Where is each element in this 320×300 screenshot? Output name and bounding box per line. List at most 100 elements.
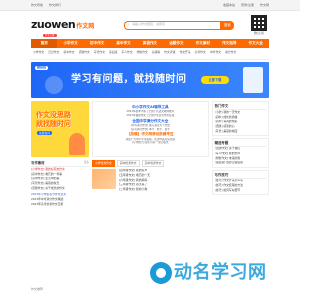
nav-item-junior[interactable]: 初中作文: [84, 41, 110, 45]
left-list: [小学作文] 我的好朋友作文 [初中作文] 难忘的一件事 [高中作文] 生活中的…: [31, 167, 89, 190]
watermark: 动名学习网: [150, 262, 267, 285]
qr-code-block: 微信扫码: [249, 15, 269, 35]
subnav-link[interactable]: 话题作文: [79, 50, 90, 58]
subnav-link[interactable]: 作文开头: [179, 50, 190, 58]
footer-label: 作文推荐: [31, 287, 44, 291]
hot-badge[interactable]: 作文大赛: [43, 34, 57, 37]
feature-text[interactable]: [中考满分作文] 我与春天有个约会: [95, 124, 206, 127]
essay-rows: [四年级作文] 我的家乡 [五年级作文] 难忘的一天 [六年级作文] 我的妈妈 …: [119, 169, 209, 192]
topics-title-text: 精选专题: [214, 140, 229, 145]
tips-block: 写作技巧 [技巧] 作文开头怎么写 [技巧] 作文结尾的方法 [技巧] 如何写好…: [211, 169, 269, 195]
right-column: 热门作文 [小学] 我的一天作文 [初中] 成长的烦恼 [高中] 青春的色彩 […: [211, 101, 269, 207]
logo-text-en: zuowen: [31, 18, 76, 32]
subnav-link[interactable]: 初中作文: [63, 50, 74, 58]
nav-item-material[interactable]: 作文素材: [190, 41, 216, 45]
qr-code-icon: [251, 15, 267, 31]
subnav-link[interactable]: 满分作文: [225, 50, 236, 58]
topics-list: [话题作文] 关于诚信 [写人作文] 我的老师 [想象作文] 未来的我 [读后感…: [215, 147, 266, 166]
list-item[interactable]: [读后感] 西游记读后感: [215, 161, 266, 166]
essay-list: [四年级作文] 我的家乡 [五年级作文] 难忘的一天 [六年级作文] 我的妈妈 …: [92, 168, 209, 192]
feature-text[interactable]: 2023年暑假作文 | 全国学生优秀作文征集: [95, 114, 206, 117]
ask-poster[interactable]: 作文没思路 就找随时问 免费提问: [31, 101, 89, 157]
search-bar: ⌕ 请输入作文题目、关键字 搜索: [124, 20, 235, 30]
tab-junior-essays[interactable]: 初中优秀作文: [116, 160, 140, 167]
main-content: 作文没思路 就找随时问 免费提问 写作素材 更多 [小学作文] 我的好朋友作文 …: [31, 101, 269, 207]
hot-essays-title-text: 热门作文: [214, 104, 229, 108]
feature-text[interactable]: 2023年秋季学期 | 全国千名语文教师推荐: [95, 110, 206, 113]
topbar-link-favorite[interactable]: 收藏本站: [223, 3, 235, 8]
subnav-link[interactable]: 小学作文: [33, 50, 44, 58]
watermark-text: 动名学习网: [174, 262, 267, 283]
tips-title-text: 写作技巧: [214, 172, 229, 177]
subnav-link[interactable]: 读后感: [109, 50, 117, 58]
search-button[interactable]: 搜索: [220, 20, 235, 30]
nav-item-home[interactable]: 首页: [31, 39, 58, 48]
poster-line2: 就找随时问: [36, 120, 71, 128]
subnav-link[interactable]: 中考作文: [210, 50, 221, 58]
nav-item-senior[interactable]: 高中作文: [110, 41, 136, 45]
header: zuowen 作文网 ⌕ 请输入作文题目、关键字 搜索 微信扫码: [31, 11, 269, 39]
topics-block: 精选专题 [话题作文] 关于诚信 [写人作文] 我的老师 [想象作文] 未来的我…: [211, 137, 269, 168]
subnav-link[interactable]: 演讲稿: [152, 50, 160, 58]
subnav-link[interactable]: 高考作文: [195, 50, 206, 58]
essay-tabs: 小学优秀作文 初中优秀作文 高中优秀作文: [92, 160, 209, 167]
feature-heading-3[interactable]: 【投稿】作文网原创投稿专区: [95, 132, 206, 136]
banner-decoration: [45, 76, 63, 94]
nav-item-all[interactable]: 作文大全: [243, 41, 269, 45]
feature-heading-1[interactable]: 中小学作文AI辅导工具: [95, 105, 206, 109]
sub-nav: 小学作文 日记作文 初中作文 话题作文 写景作文 读后感 写人作文 想象作文 演…: [31, 50, 269, 60]
list-item[interactable]: [技巧] 如何写好细节: [215, 188, 266, 193]
poster-ask-button[interactable]: 免费提问: [37, 131, 53, 136]
middle-column: 中小学作文AI辅导工具 2023年秋季学期 | 全国千名语文教师推荐 2023年…: [92, 101, 209, 207]
essay-thumbnail[interactable]: [92, 168, 116, 189]
banner-tag: 题拍拍: [35, 65, 49, 70]
topics-title: 精选专题: [214, 140, 266, 147]
topbar-left: 作文导航 作文排行: [31, 3, 61, 8]
poster-line1: 作文没思路: [36, 111, 71, 119]
left-column: 作文没思路 就找随时问 免费提问 写作素材 更多 [小学作文] 我的好朋友作文 …: [31, 101, 89, 207]
site-logo[interactable]: zuowen 作文网: [31, 18, 94, 32]
feature-text[interactable]: 欢迎广大中小学生投稿，优秀作品可获奖励: [95, 138, 206, 141]
feature-text[interactable]: [高考满分作文] 本手、妙手、俗手: [95, 128, 206, 131]
logo-text-cn: 作文网: [76, 23, 95, 31]
topbar-link-rank[interactable]: 作文排行: [49, 3, 61, 8]
topbar-link-nav[interactable]: 作文导航: [31, 3, 43, 8]
subnav-link[interactable]: 写人作文: [121, 50, 132, 58]
left-list-2: 2023年小学生春节作文范文 2023年中考满分作文精选 2023年高考优秀作文…: [31, 193, 89, 207]
search-placeholder: 请输入作文题目、关键字: [131, 22, 165, 27]
topbar-link-site[interactable]: 作文网: [260, 3, 269, 8]
search-input[interactable]: ⌕ 请输入作文题目、关键字: [124, 20, 221, 30]
subnav-link[interactable]: 作文评语: [164, 50, 175, 58]
subnav-link[interactable]: 写景作文: [94, 50, 105, 58]
tips-title: 写作技巧: [214, 172, 266, 179]
search-icon: ⌕: [128, 22, 130, 27]
list-item[interactable]: 2023年高考优秀作文赏析: [31, 202, 89, 207]
subnav-link[interactable]: 想象作文: [137, 50, 148, 58]
tab-senior-essays[interactable]: 高中优秀作文: [141, 160, 165, 167]
top-bar: 作文导航 作文排行 收藏本站 登录/注册 作文网: [0, 0, 300, 11]
list-item[interactable]: [写景] 美丽的校园: [215, 129, 266, 134]
nav-item-primary[interactable]: 小学作文: [57, 41, 83, 45]
list-item[interactable]: [话题作文] 关于成长的作文: [31, 186, 89, 191]
tab-primary-essays[interactable]: 小学优秀作文: [92, 160, 115, 167]
nav-item-guide[interactable]: 作文指导: [216, 41, 242, 45]
qr-caption: 微信扫码: [253, 32, 265, 35]
hot-essays-block: 热门作文 [小学] 我的一天作文 [初中] 成长的烦恼 [高中] 青春的色彩 […: [211, 101, 269, 136]
left-block-title: 写作素材 更多: [31, 160, 89, 168]
left-block-more-link[interactable]: 更多: [84, 161, 89, 165]
subnav-link[interactable]: 日记作文: [48, 50, 59, 58]
banner-download-button[interactable]: 立即下载: [201, 76, 229, 84]
list-item[interactable]: [二年级作文] 我的小狗: [119, 187, 209, 192]
feature-text[interactable]: [写作技巧] 如何写好一篇记叙文: [95, 141, 206, 144]
nav-item-topic[interactable]: 话题作文: [163, 41, 189, 45]
hot-essays-title: 热门作文: [214, 103, 266, 111]
promo-banner[interactable]: 题拍拍 学习有问题，就找随时问 立即下载: [31, 62, 269, 98]
nav-item-english[interactable]: 英语作文: [137, 41, 163, 45]
poster-kid-illustration: [69, 133, 85, 155]
watermark-logo-icon: [150, 262, 172, 285]
feature-heading-2[interactable]: 全国中学满分作文大全: [95, 119, 206, 123]
feature-card: 中小学作文AI辅导工具 2023年秋季学期 | 全国千名语文教师推荐 2023年…: [92, 101, 209, 157]
hot-essays-list: [小学] 我的一天作文 [初中] 成长的烦恼 [高中] 青春的色彩 [话题] 感…: [215, 110, 266, 133]
banner-phone-illustration: [243, 67, 263, 93]
topbar-link-login[interactable]: 登录/注册: [241, 3, 254, 8]
